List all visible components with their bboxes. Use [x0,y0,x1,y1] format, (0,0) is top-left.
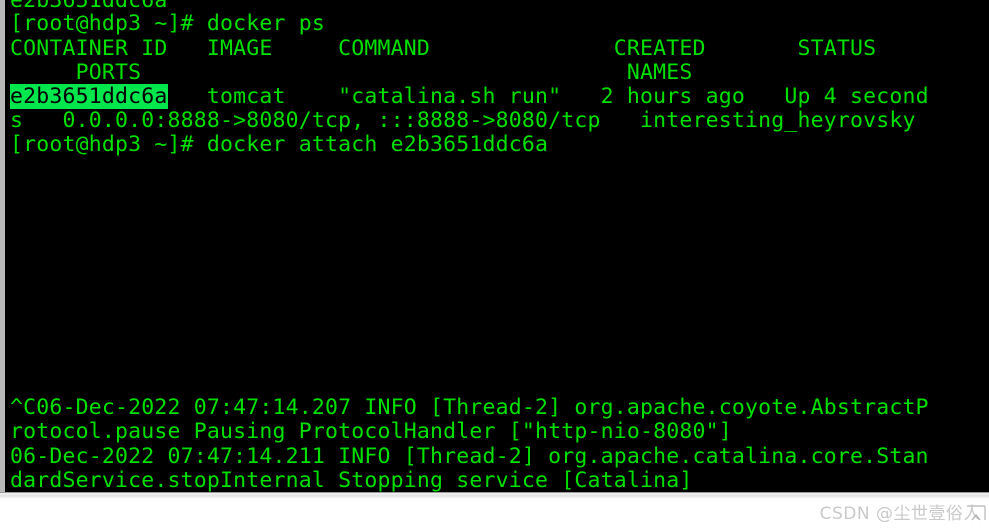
terminal-text: ^C06-Dec-2022 07:47:14.207 INFO [Thread-… [10,395,929,420]
csdn-watermark: CSDN @尘世壹俗人 [819,504,981,524]
terminal-selected-text: e2b3651ddc6a [10,84,168,109]
line-7-log-pause: ^C06-Dec-2022 07:47:14.207 INFO [Thread-… [10,396,929,420]
terminal-window: e2b3651ddc6a [root@hdp3 ~]# docker ps CONT… [0,0,989,497]
terminal-text: [root@hdp3 ~]# docker ps [10,11,325,36]
terminal-text: [root@hdp3 ~]# docker attach e2b3651ddc6… [10,132,549,157]
window-bottom-edge [0,492,989,499]
line-8-log-pause-wrap: rotocol.pause Pausing ProtocolHandler ["… [10,420,732,444]
screenshot-root: e2b3651ddc6a [root@hdp3 ~]# docker ps CONT… [0,0,989,528]
line-3-ps-header-b: PORTS NAMES [10,60,693,85]
terminal-text: PORTS NAMES [10,60,693,85]
line-2-ps-header-a: CONTAINER ID IMAGE COMMAND CREATED STATU… [10,37,876,61]
terminal-output-area[interactable]: e2b3651ddc6a [root@hdp3 ~]# docker ps CONT… [10,0,989,492]
terminal-text: tomcat "catalina.sh run" 2 hours ago Up … [167,84,929,109]
page-background-area: CSDN @尘世壹俗人 [0,499,989,528]
terminal-text: s 0.0.0.0:8888->8080/tcp, :::8888->8080/… [10,108,916,133]
line-10-log-stopinternal-wrap: dardService.stopInternal Stopping servic… [10,468,693,493]
terminal-text: rotocol.pause Pausing ProtocolHandler ["… [10,419,732,444]
line-5-ps-row-wrap: s 0.0.0.0:8888->8080/tcp, :::8888->8080/… [10,109,916,133]
terminal-text: CONTAINER ID IMAGE COMMAND CREATED STATU… [10,36,877,61]
line-1-prompt-docker-ps: [root@hdp3 ~]# docker ps [10,12,325,36]
resize-grip-icon[interactable] [965,504,987,526]
line-4-ps-row: e2b3651ddc6a tomcat "catalina.sh run" 2 … [10,84,929,109]
terminal-text: 06-Dec-2022 07:47:14.211 INFO [Thread-2]… [10,444,929,469]
line-9-log-stopinternal: 06-Dec-2022 07:47:14.211 INFO [Thread-2]… [10,445,929,469]
line-6-prompt-docker-attach: [root@hdp3 ~]# docker attach e2b3651ddc6… [10,133,548,157]
terminal-text: dardService.stopInternal Stopping servic… [10,468,693,493]
